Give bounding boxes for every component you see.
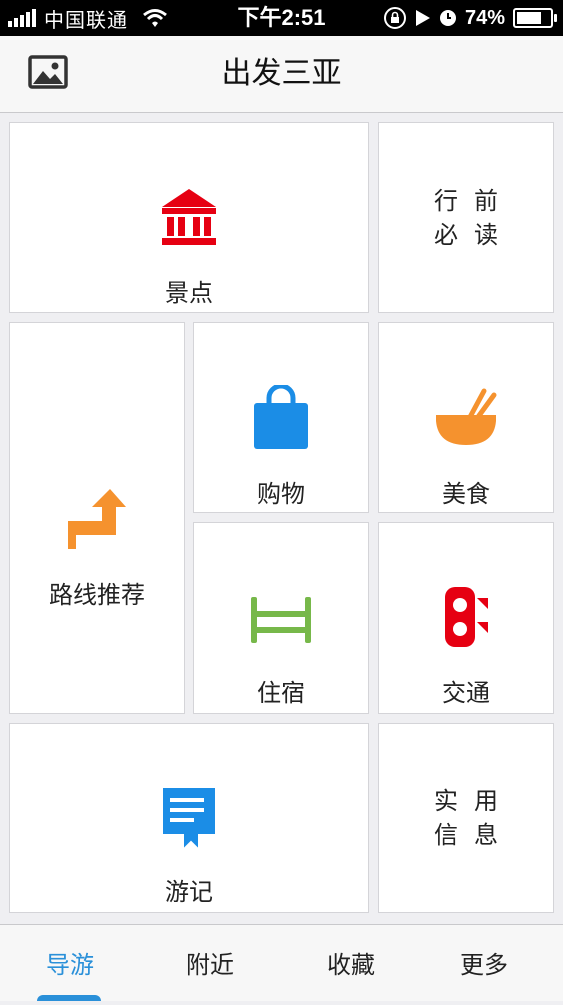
tile-pre-trip-label: 行前 必读 (379, 184, 553, 252)
rotation-lock-icon (383, 7, 406, 29)
tile-routes-label: 路线推荐 (49, 581, 145, 609)
tile-route-recommendations[interactable]: 路线推荐 (9, 322, 185, 714)
tile-shopping-label: 购物 (257, 480, 305, 508)
tile-pre-trip-line2: 必读 (434, 220, 514, 249)
bed-icon (251, 597, 311, 643)
traffic-light-icon (445, 587, 488, 647)
battery-percentage: 74% (464, 6, 505, 29)
tile-travel-notes[interactable]: 游记 (9, 723, 369, 913)
active-tab-indicator (37, 995, 101, 1001)
tile-pre-trip-line1: 行前 (434, 186, 514, 215)
tile-practical-info-line1: 实用 (434, 787, 514, 815)
tile-shopping[interactable]: 购物 (193, 322, 369, 513)
tile-food-label: 美食 (442, 480, 490, 508)
tile-travel-notes-label: 游记 (165, 878, 213, 906)
battery-fill (517, 12, 541, 24)
tile-food[interactable]: 美食 (378, 322, 554, 513)
navigation-header: 出发三亚 (0, 36, 563, 113)
tile-attractions[interactable]: 景点 (9, 122, 369, 313)
tile-attractions-label: 景点 (165, 279, 213, 307)
tab-nearby[interactable]: 附近 (140, 925, 280, 1001)
page-title: 出发三亚 (221, 56, 342, 91)
tile-practical-info-line2: 信息 (434, 821, 514, 849)
tile-lodging[interactable]: 住宿 (193, 522, 369, 714)
tab-more[interactable]: 更多 (414, 925, 554, 1001)
landmark-icon (162, 189, 216, 245)
tile-practical-info-label: 实用 信息 (379, 784, 553, 852)
shopping-bag-icon (254, 385, 308, 449)
tab-guide[interactable]: 导游 (0, 925, 140, 1001)
tile-practical-info[interactable]: 实用 信息 (378, 723, 554, 913)
tile-transport[interactable]: 交通 (378, 522, 554, 714)
tile-pre-trip-reading[interactable]: 行前 必读 (378, 122, 554, 313)
food-bowl-icon (436, 388, 497, 445)
travel-note-icon (163, 788, 215, 852)
tab-favorites[interactable]: 收藏 (281, 925, 421, 1001)
tile-lodging-label: 住宿 (257, 679, 305, 707)
play-icon (415, 10, 430, 26)
status-right: 74% (383, 0, 557, 36)
battery-icon (513, 8, 557, 28)
bottom-tab-bar: 导游 附近 收藏 更多 (0, 924, 563, 1001)
status-bar: 中国联通 下午2:51 74% (0, 0, 563, 36)
route-arrow-icon (68, 489, 126, 549)
tile-transport-label: 交通 (442, 679, 490, 707)
alarm-clock-icon (439, 10, 456, 26)
